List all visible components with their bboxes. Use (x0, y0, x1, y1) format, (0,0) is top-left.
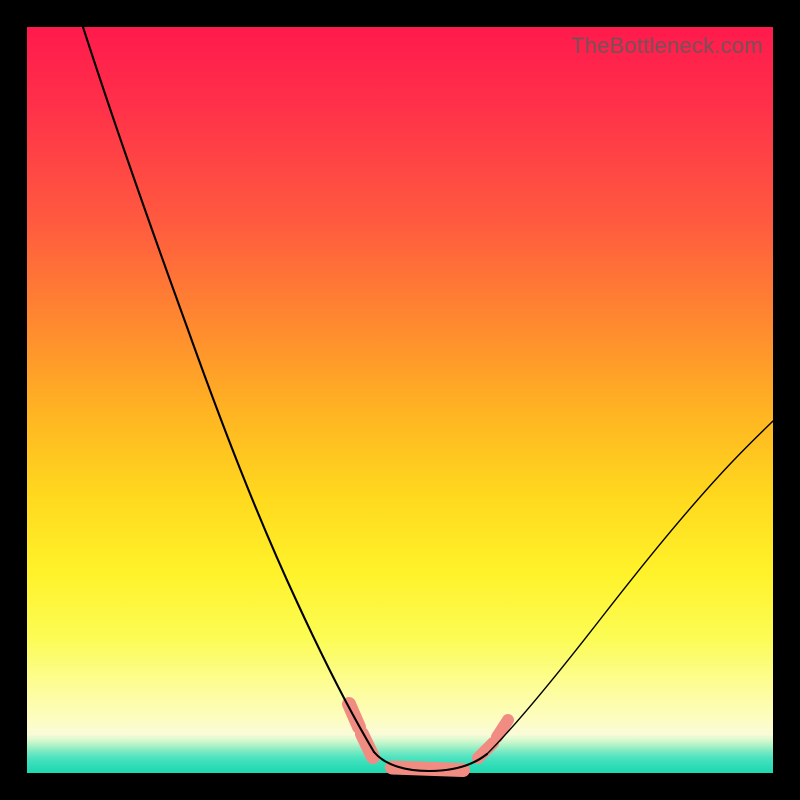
salmon-right-dash (478, 720, 508, 758)
chart-frame: TheBottleneck.com (0, 0, 800, 800)
right-branch-curve (487, 421, 773, 754)
left-branch-curve (83, 27, 374, 752)
curve-layer (27, 27, 773, 773)
plot-area: TheBottleneck.com (27, 27, 773, 773)
